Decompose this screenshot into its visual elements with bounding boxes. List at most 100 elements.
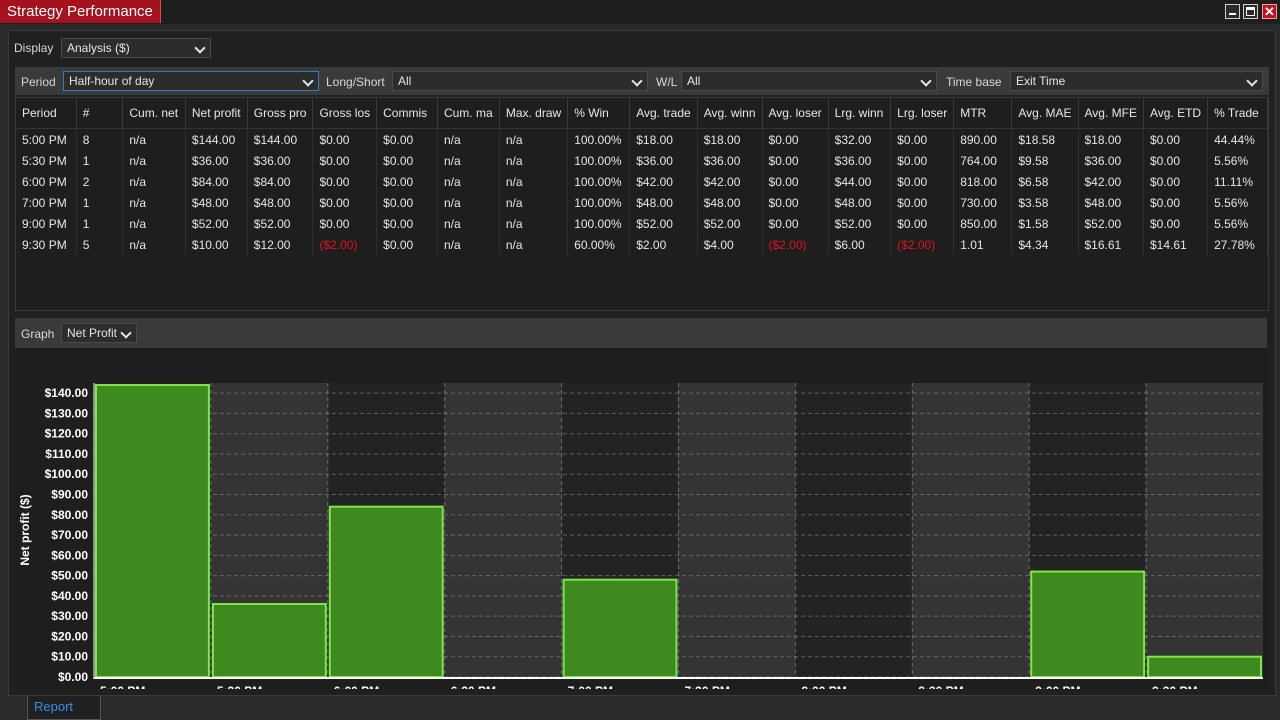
tab-report[interactable]: Report: [27, 696, 101, 720]
column-header[interactable]: Max. draw: [499, 98, 569, 129]
main-panel: Display Analysis ($) Period Half-hour of…: [8, 30, 1276, 712]
chevron-down-icon: [1246, 75, 1258, 87]
column-header[interactable]: Net profit: [185, 98, 248, 129]
table-cell: 1: [76, 213, 124, 234]
y-tick-label: $100.00: [45, 467, 89, 481]
table-cell: $0.00: [1143, 213, 1209, 234]
column-band: [795, 383, 913, 677]
table-cell: $0.00: [312, 150, 378, 171]
column-header[interactable]: Gross pro: [247, 98, 314, 129]
table-cell: $16.61: [1078, 234, 1144, 255]
chart-area: $0.00 $10.00 $20.00 $30.00 $40.00 $50.00 $60.0…: [15, 349, 1267, 712]
table-cell: 5: [76, 234, 124, 255]
table-cell: $0.00: [1143, 128, 1209, 150]
bar-530pm[interactable]: [211, 603, 327, 678]
column-header[interactable]: Lrg. loser: [890, 98, 955, 129]
wl-select[interactable]: All: [681, 71, 937, 91]
table-row[interactable]: 5:30 PM 1 n/a $36.00 $36.00 $0.00 $0.00 n/a n/a 1…: [16, 150, 1268, 171]
table-cell: $0.00: [376, 213, 438, 234]
table-cell: $42.00: [697, 171, 763, 192]
column-header[interactable]: Avg. loser: [762, 98, 829, 129]
table-cell: n/a: [499, 234, 569, 255]
bar-930pm[interactable]: [1147, 655, 1262, 679]
column-header[interactable]: Commis: [376, 98, 438, 129]
column-header[interactable]: Cum. net: [122, 98, 186, 129]
table-cell: 100.00%: [567, 192, 631, 213]
timebase-select[interactable]: Exit Time: [1010, 71, 1263, 91]
table-cell: $48.00: [828, 192, 892, 213]
graph-bar: Graph Net Profit: [15, 318, 1267, 348]
table-body: 5:00 PM 8 n/a $144.00 $144.00 $0.00 $0.00 n/a n/…: [16, 128, 1268, 255]
x-tick-label: 7:00 PM: [568, 684, 613, 689]
column-header[interactable]: Avg. winn: [697, 98, 763, 129]
graph-select[interactable]: Net Profit: [61, 323, 137, 343]
table-cell: $84.00: [185, 171, 248, 192]
table-cell: 7:00 PM: [16, 192, 77, 213]
chevron-down-icon: [194, 42, 206, 54]
column-header[interactable]: Cum. ma: [437, 98, 500, 129]
table-cell: $0.00: [376, 192, 438, 213]
y-tick-label: $10.00: [51, 650, 88, 664]
table-cell: $144.00: [247, 128, 314, 150]
column-header[interactable]: MTR: [953, 98, 1013, 129]
table-cell: 60.00%: [567, 234, 631, 255]
period-select-value: Half-hour of day: [69, 74, 155, 88]
table-cell: 6:00 PM: [16, 171, 77, 192]
close-icon[interactable]: ✕: [1262, 4, 1277, 19]
table-cell: $18.00: [697, 128, 763, 150]
y-tick-label: $0.00: [58, 670, 88, 684]
table-row[interactable]: 5:00 PM 8 n/a $144.00 $144.00 $0.00 $0.00 n/a n/…: [16, 128, 1268, 150]
table-row[interactable]: 6:00 PM 2 n/a $84.00 $84.00 $0.00 $0.00 n/a n/a 1…: [16, 171, 1268, 192]
y-tick-label: $40.00: [51, 589, 88, 603]
bar-600pm[interactable]: [328, 505, 444, 678]
table-cell: n/a: [122, 192, 186, 213]
column-header[interactable]: #: [76, 98, 124, 129]
table-cell: $0.00: [762, 128, 829, 150]
table-cell: n/a: [499, 192, 569, 213]
table-cell: 100.00%: [567, 150, 631, 171]
bar-900pm[interactable]: [1030, 570, 1146, 679]
y-tick-label: $60.00: [51, 548, 88, 562]
column-header[interactable]: Lrg. winn: [828, 98, 892, 129]
y-tick-label: $110.00: [45, 447, 88, 461]
column-header[interactable]: Avg. MFE: [1078, 98, 1144, 129]
table-row[interactable]: 9:30 PM 5 n/a $10.00 $12.00 ($2.00) $0.00 n/a n/…: [16, 234, 1268, 255]
column-header[interactable]: Avg. trade: [629, 98, 698, 129]
table-cell: 9:00 PM: [16, 213, 77, 234]
chevron-down-icon: [631, 75, 643, 87]
table-row[interactable]: 7:00 PM 1 n/a $48.00 $48.00 $0.00 $0.00 n/a n/a 1…: [16, 192, 1268, 213]
longshort-select[interactable]: All: [392, 71, 648, 91]
table-cell: $12.00: [247, 234, 314, 255]
column-header[interactable]: % Win: [567, 98, 631, 129]
table-cell: $36.00: [629, 150, 698, 171]
column-header[interactable]: Period: [16, 98, 77, 129]
table-cell: $4.34: [1011, 234, 1079, 255]
x-tick-label: 8:30 PM: [918, 684, 963, 689]
x-tick-label: 5:30 PM: [217, 684, 262, 689]
table-cell: $1.58: [1011, 213, 1079, 234]
column-header[interactable]: Gross los: [312, 98, 378, 129]
column-header[interactable]: Avg. ETD: [1143, 98, 1209, 129]
table-cell: n/a: [499, 128, 569, 150]
bar-500pm[interactable]: [95, 384, 210, 678]
x-tick-label: 9:00 PM: [1035, 684, 1080, 689]
performance-table: Period # Cum. net Net profit Gross pro Gross …: [15, 97, 1269, 311]
minimize-icon[interactable]: [1225, 4, 1240, 19]
display-select[interactable]: Analysis ($): [61, 38, 211, 58]
table-cell: n/a: [122, 234, 186, 255]
table-cell: 890.00: [953, 128, 1013, 150]
column-header[interactable]: Avg. MAE: [1011, 98, 1079, 129]
period-select[interactable]: Half-hour of day: [63, 71, 319, 91]
filter-bar: Period Half-hour of day Long/Short All W…: [15, 67, 1269, 95]
y-tick-label: $20.00: [51, 629, 88, 643]
timebase-label: Time base: [946, 75, 1002, 89]
bar-700pm[interactable]: [562, 578, 678, 678]
net-profit-chart: $0.00 $10.00 $20.00 $30.00 $40.00 $50.00 $60.0…: [18, 383, 1263, 712]
table-cell: $0.00: [762, 171, 829, 192]
table-cell: n/a: [437, 192, 500, 213]
column-header[interactable]: % Trade: [1207, 98, 1268, 129]
table-cell: $0.00: [312, 128, 378, 150]
table-cell: 850.00: [953, 213, 1013, 234]
table-row[interactable]: 9:00 PM 1 n/a $52.00 $52.00 $0.00 $0.00 n/a n/a 1…: [16, 213, 1268, 234]
maximize-icon[interactable]: [1243, 4, 1258, 19]
